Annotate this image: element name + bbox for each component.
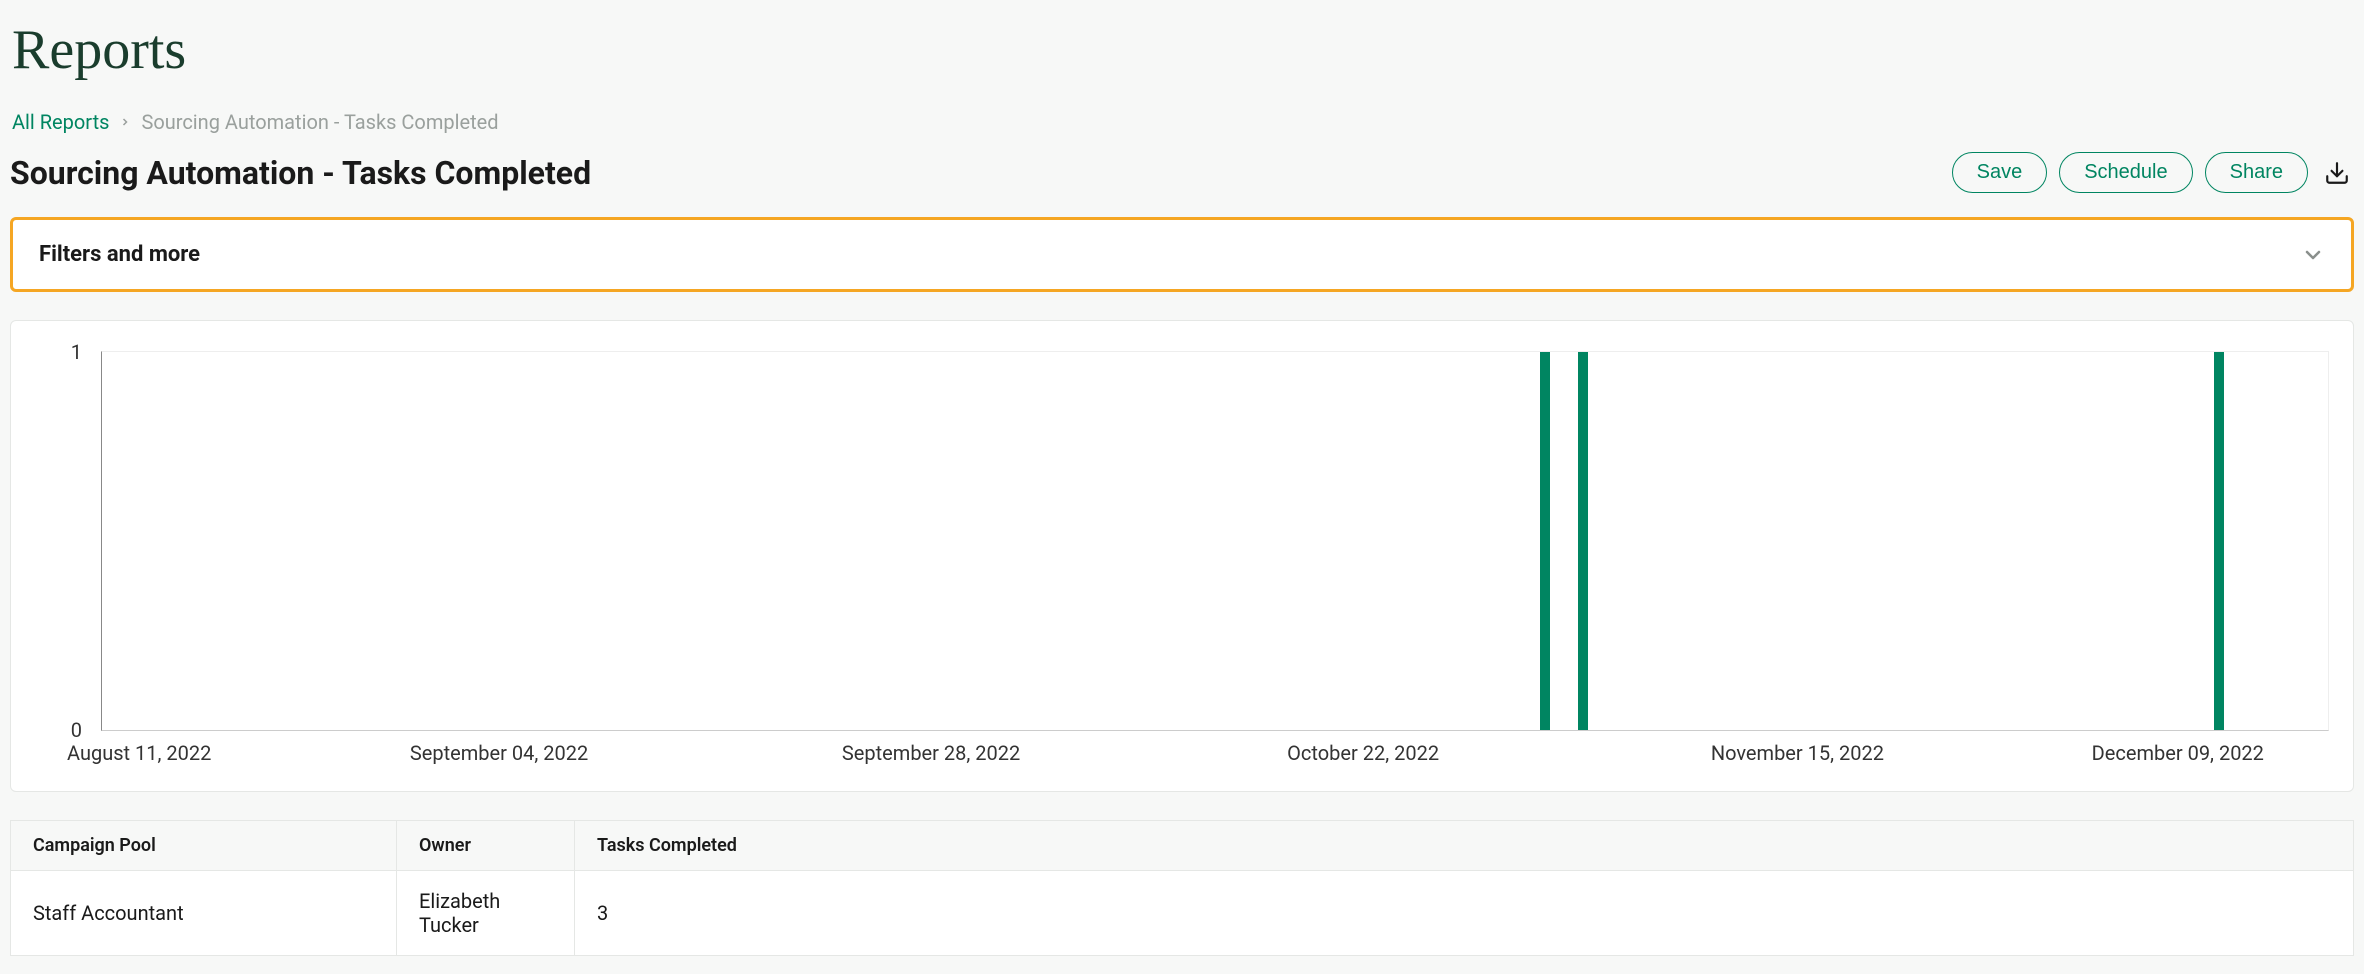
- chart-x-tick: September 04, 2022: [410, 741, 588, 765]
- chart-bar[interactable]: [2214, 352, 2224, 730]
- col-campaign-pool[interactable]: Campaign Pool: [11, 821, 397, 871]
- chevron-down-icon: [2301, 243, 2325, 267]
- download-icon[interactable]: [2320, 156, 2354, 190]
- chart-x-tick: December 09, 2022: [2092, 741, 2264, 765]
- chart-y-tick: 0: [71, 718, 82, 742]
- title-row: Sourcing Automation - Tasks Completed Sa…: [10, 152, 2354, 193]
- chart-x-tick: August 11, 2022: [67, 741, 211, 765]
- chart-plot: 01: [101, 351, 2329, 731]
- chart-bar[interactable]: [1540, 352, 1550, 730]
- breadcrumb: All Reports Sourcing Automation - Tasks …: [12, 110, 2354, 134]
- breadcrumb-current: Sourcing Automation - Tasks Completed: [141, 110, 498, 134]
- save-button[interactable]: Save: [1952, 152, 2048, 193]
- cell-tasks-completed: 3: [575, 871, 2354, 956]
- chart-bar[interactable]: [1578, 352, 1588, 730]
- filters-toggle[interactable]: Filters and more: [10, 217, 2354, 292]
- data-table: Campaign Pool Owner Tasks Completed Staf…: [10, 820, 2354, 956]
- chart-x-tick: September 28, 2022: [842, 741, 1020, 765]
- chart-x-labels: August 11, 2022 September 04, 2022 Septemb…: [67, 741, 2329, 771]
- breadcrumb-root-link[interactable]: All Reports: [12, 110, 109, 134]
- actions-bar: Save Schedule Share: [1952, 152, 2354, 193]
- table-row: Staff Accountant Elizabeth Tucker 3: [11, 871, 2354, 956]
- filters-label: Filters and more: [39, 242, 200, 267]
- chart-y-tick: 1: [71, 340, 82, 364]
- chart-x-tick: October 22, 2022: [1287, 741, 1439, 765]
- table-header-row: Campaign Pool Owner Tasks Completed: [11, 821, 2354, 871]
- col-tasks-completed[interactable]: Tasks Completed: [575, 821, 2354, 871]
- schedule-button[interactable]: Schedule: [2059, 152, 2192, 193]
- report-title: Sourcing Automation - Tasks Completed: [10, 154, 591, 192]
- chart-area: 01 August 11, 2022 September 04, 2022 Sept…: [35, 351, 2329, 771]
- chart-x-tick: November 15, 2022: [1711, 741, 1884, 765]
- cell-owner: Elizabeth Tucker: [397, 871, 575, 956]
- chevron-right-icon: [119, 116, 131, 128]
- page-title: Reports: [12, 18, 2354, 82]
- col-owner[interactable]: Owner: [397, 821, 575, 871]
- cell-campaign-pool: Staff Accountant: [11, 871, 397, 956]
- share-button[interactable]: Share: [2205, 152, 2308, 193]
- chart-card: 01 August 11, 2022September 04, 2022Sept…: [10, 320, 2354, 792]
